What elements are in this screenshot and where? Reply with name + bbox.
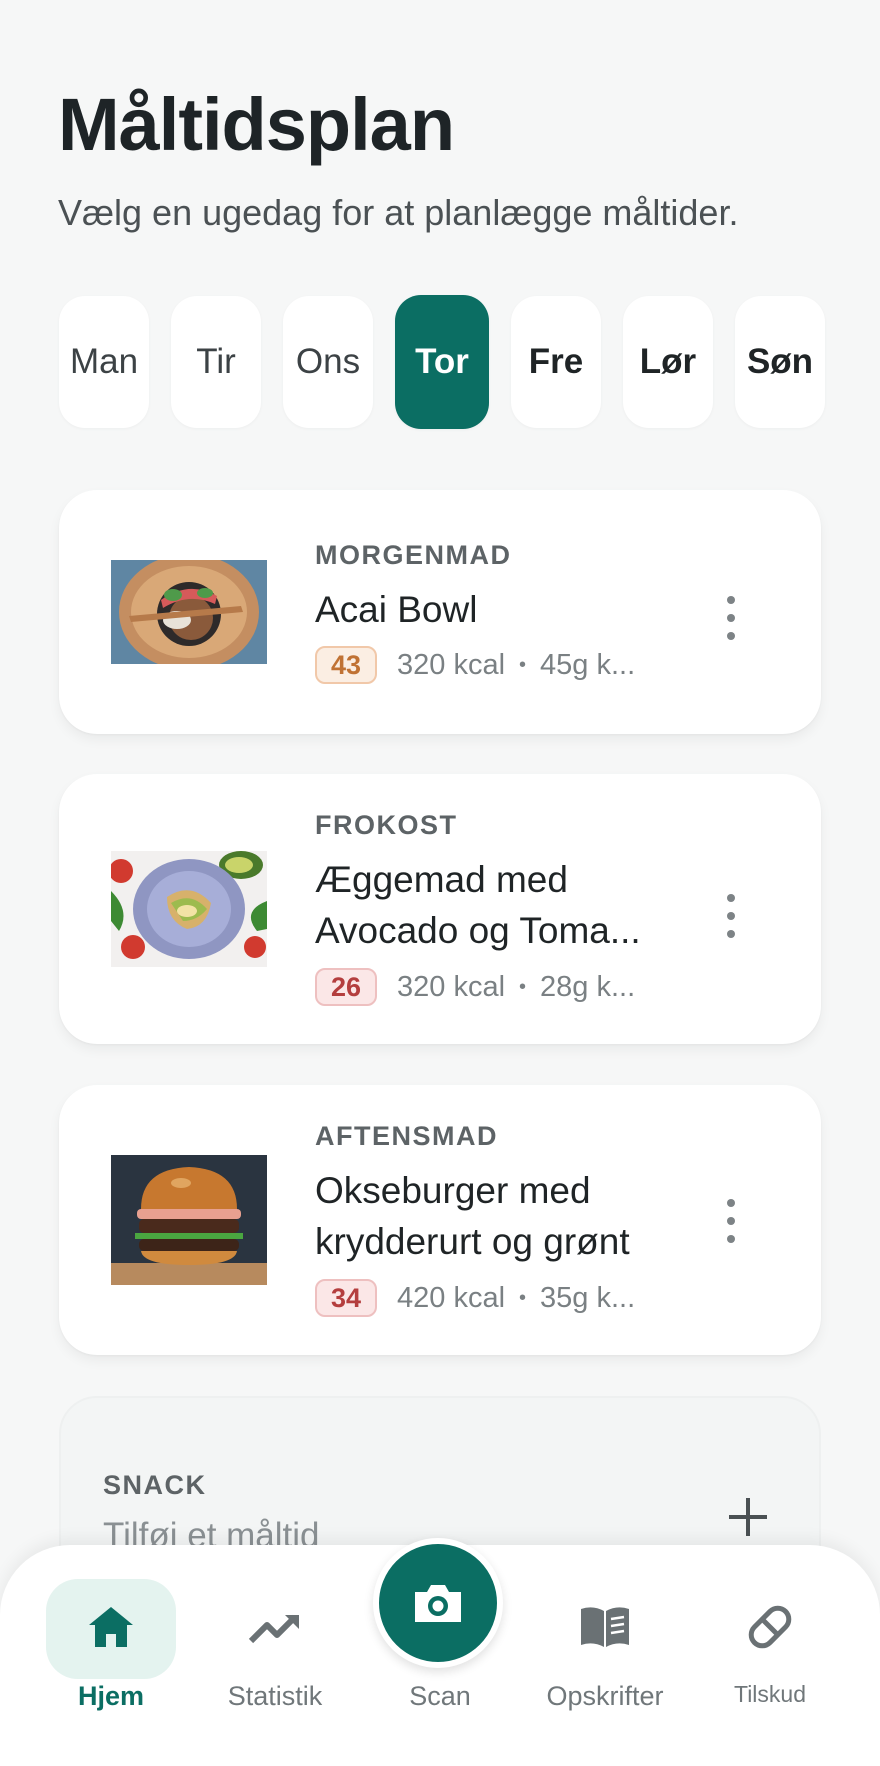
meal-score-badge: 26 bbox=[315, 968, 377, 1006]
meal-card-breakfast[interactable]: MORGENMAD Acai Bowl 43 320 kcal • 45g k.… bbox=[59, 490, 821, 734]
tab-statistics[interactable]: Statistik bbox=[210, 1603, 340, 1712]
meal-macro: 28g k... bbox=[540, 970, 636, 1003]
meal-macro: 35g k... bbox=[540, 1281, 636, 1314]
more-options-icon[interactable] bbox=[719, 596, 743, 640]
page-title: Måltidsplan bbox=[58, 83, 455, 166]
page-subtitle: Vælg en ugedag for at planlægge måltider… bbox=[58, 192, 739, 233]
meal-kcal: 420 kcal bbox=[397, 1281, 506, 1314]
book-icon bbox=[581, 1607, 629, 1647]
meal-type-label: SNACK bbox=[103, 1470, 207, 1500]
separator-dot: • bbox=[519, 1286, 527, 1309]
trending-up-icon bbox=[248, 1614, 299, 1644]
burger-image bbox=[111, 1155, 267, 1285]
meal-type-label: FROKOST bbox=[315, 810, 458, 840]
meal-kcal: 320 kcal bbox=[397, 648, 506, 681]
tab-label: Opskrifter bbox=[546, 1681, 664, 1711]
egg-sandwich-image bbox=[111, 851, 267, 967]
more-options-icon[interactable] bbox=[719, 894, 743, 938]
camera-icon bbox=[415, 1585, 461, 1622]
tab-label: Statistik bbox=[227, 1681, 323, 1711]
plus-icon[interactable] bbox=[729, 1498, 767, 1536]
bottom-navigation: Hjem Statistik Scan Opskrifter Tilskud bbox=[0, 1538, 880, 1766]
day-tue[interactable]: Tir bbox=[171, 296, 261, 428]
meal-type-label: AFTENSMAD bbox=[315, 1121, 498, 1151]
meal-name: Okseburger med krydderurt og grønt bbox=[315, 1170, 630, 1262]
tab-label: Hjem bbox=[77, 1681, 145, 1711]
tab-scan[interactable]: Scan bbox=[373, 1681, 507, 1712]
tab-recipes[interactable]: Opskrifter bbox=[530, 1603, 680, 1712]
scan-button[interactable] bbox=[373, 1538, 503, 1668]
meal-meta: 34 420 kcal • 35g k... bbox=[315, 1279, 635, 1317]
meal-kcal: 320 kcal bbox=[397, 970, 506, 1003]
meal-card-lunch[interactable]: FROKOST Æggemad med Avocado og Toma... 2… bbox=[59, 774, 821, 1044]
more-options-icon[interactable] bbox=[719, 1199, 743, 1243]
tab-label: Scan bbox=[409, 1681, 471, 1711]
meal-meta: 43 320 kcal • 45g k... bbox=[315, 646, 635, 684]
pill-icon bbox=[748, 1605, 792, 1649]
tab-label: Tilskud bbox=[734, 1681, 806, 1707]
meal-name: Acai Bowl bbox=[315, 589, 478, 630]
home-icon bbox=[89, 1607, 133, 1647]
acai-bowl-image bbox=[111, 560, 267, 664]
day-sat[interactable]: Lør bbox=[623, 296, 713, 428]
day-mon[interactable]: Man bbox=[59, 296, 149, 428]
tab-home[interactable]: Hjem bbox=[46, 1603, 176, 1712]
meal-card-dinner[interactable]: AFTENSMAD Okseburger med krydderurt og g… bbox=[59, 1085, 821, 1355]
day-sun[interactable]: Søn bbox=[735, 296, 825, 428]
separator-dot: • bbox=[519, 653, 527, 676]
day-thu-selected[interactable]: Tor bbox=[395, 295, 489, 429]
meal-score-badge: 43 bbox=[315, 646, 377, 684]
weekday-selector: Man Tir Ons Tor Fre Lør Søn bbox=[59, 295, 825, 429]
separator-dot: • bbox=[519, 975, 527, 998]
meal-name: Æggemad med Avocado og Toma... bbox=[315, 859, 641, 951]
day-wed[interactable]: Ons bbox=[283, 296, 373, 428]
day-fri[interactable]: Fre bbox=[511, 296, 601, 428]
meal-score-badge: 34 bbox=[315, 1279, 377, 1317]
meal-type-label: MORGENMAD bbox=[315, 540, 512, 570]
meal-macro: 45g k... bbox=[540, 648, 636, 681]
tab-supplements[interactable]: Tilskud bbox=[710, 1603, 830, 1708]
meal-meta: 26 320 kcal • 28g k... bbox=[315, 968, 635, 1006]
